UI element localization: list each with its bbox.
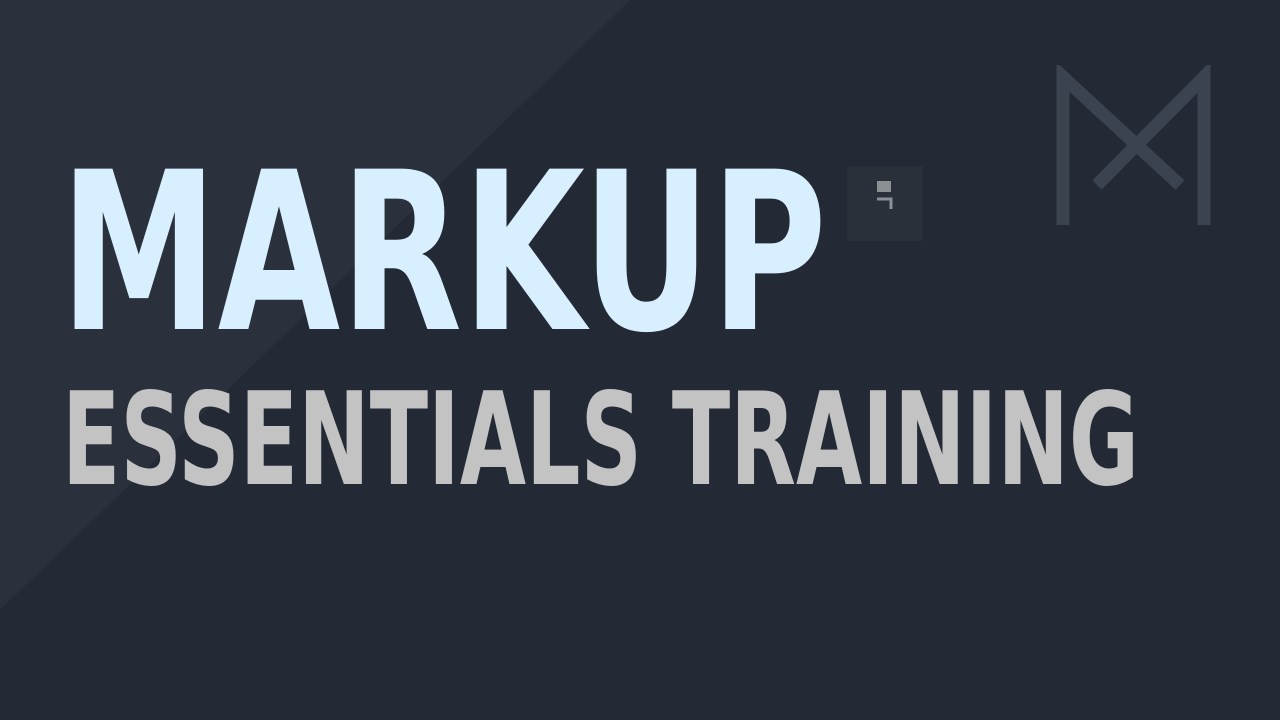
m-monogram-icon	[1056, 65, 1211, 225]
caption-toggle-icon[interactable]	[847, 166, 923, 241]
caption-hook-icon	[877, 197, 893, 209]
caption-square-icon	[877, 181, 891, 192]
course-title-main: MARKUP	[60, 125, 827, 381]
course-title-sub: ESSENTIALS TRAINING	[62, 366, 1140, 515]
